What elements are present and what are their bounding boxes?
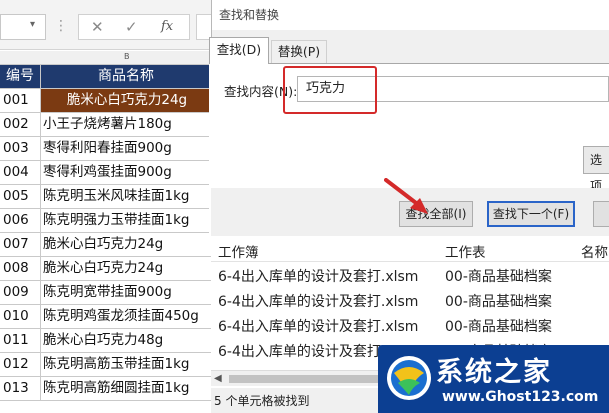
cell-product-name[interactable]: 陈克明鸡蛋龙须挂面450g <box>41 305 212 329</box>
cell-id[interactable]: 008 <box>0 257 41 281</box>
result-row[interactable]: 6-4出入库单的设计及套打.xlsm 00-商品基础档案 <box>211 263 609 287</box>
cancel-icon[interactable]: ✕ <box>91 18 104 36</box>
cell-product-name[interactable]: 枣得利鸡蛋挂面900g <box>41 161 212 185</box>
cell-product-name[interactable]: 脆米心白巧克力24g <box>41 233 212 257</box>
find-next-button[interactable]: 查找下一个(F) <box>487 201 575 227</box>
result-workbook: 6-4出入库单的设计及套打.xlsm <box>218 319 419 335</box>
cell-id[interactable]: 005 <box>0 185 41 209</box>
column-header-sheet[interactable]: 工作表 <box>445 241 486 261</box>
watermark-title: 系统之家 <box>436 357 552 388</box>
column-header-workbook[interactable]: 工作簿 <box>218 241 259 261</box>
result-workbook: 6-4出入库单的设计及套打.xlsm <box>218 294 419 310</box>
cell-id[interactable]: 010 <box>0 305 41 329</box>
column-header-name[interactable]: 名称 <box>581 241 608 261</box>
scroll-thumb[interactable] <box>229 375 399 383</box>
result-sheet: 00-商品基础档案 <box>445 269 552 285</box>
results-header: 工作簿 工作表 名称 <box>211 236 609 262</box>
cell-id[interactable]: 004 <box>0 161 41 185</box>
watermark-url: www.Ghost123.com <box>442 389 599 405</box>
dialog-title: 查找和替换 <box>219 8 280 22</box>
options-button[interactable]: 选项 <box>583 146 609 193</box>
result-sheet: 00-商品基础档案 <box>445 319 552 335</box>
chevron-down-icon[interactable]: ▾ <box>30 19 35 30</box>
cell-id[interactable]: 006 <box>0 209 41 233</box>
cell-id[interactable]: 002 <box>0 113 41 137</box>
formula-bar-buttons: ✕ ✓ fx <box>78 14 190 40</box>
cell-id[interactable]: 012 <box>0 353 41 377</box>
cell-product-name[interactable]: 小王子烧烤薯片180g <box>41 113 212 137</box>
cell-id[interactable]: 001 <box>0 89 41 113</box>
found-count-status: 5 个单元格被找到 <box>214 394 310 408</box>
annotation-arrow-icon <box>384 178 428 214</box>
scroll-left-icon[interactable]: ◀ <box>214 373 222 384</box>
cell-id[interactable]: 003 <box>0 137 41 161</box>
cell-id[interactable]: 009 <box>0 281 41 305</box>
cell-id[interactable]: 007 <box>0 233 41 257</box>
close-button-partial[interactable] <box>593 201 609 227</box>
result-row[interactable]: 6-4出入库单的设计及套打.xlsm 00-商品基础档案 <box>211 288 609 312</box>
cell-product-name[interactable]: 陈克明宽带挂面900g <box>41 281 212 305</box>
result-sheet: 00-商品基础档案 <box>445 294 552 310</box>
globe-logo-icon <box>387 356 431 400</box>
check-icon[interactable]: ✓ <box>125 18 138 36</box>
cell-product-name[interactable]: 陈克明强力玉带挂面1kg <box>41 209 212 233</box>
insert-function-icon[interactable]: fx <box>161 18 173 36</box>
cell-product-name[interactable]: 脆米心白巧克力48g <box>41 329 212 353</box>
cell-product-name[interactable]: 枣得利阳春挂面900g <box>41 137 212 161</box>
header-product-name[interactable]: 商品名称 <box>41 65 212 89</box>
cell-id[interactable]: 011 <box>0 329 41 353</box>
cell-product-name[interactable]: 陈克明玉米风味挂面1kg <box>41 185 212 209</box>
highlight-annotation-box <box>283 66 377 114</box>
cell-product-name-selected[interactable]: 脆米心白巧克力24g <box>41 89 212 113</box>
cell-product-name[interactable]: 陈克明高筋细圆挂面1kg <box>41 377 212 401</box>
cell-product-name[interactable]: 陈克明高筋玉带挂面1kg <box>41 353 212 377</box>
name-box[interactable] <box>0 14 46 40</box>
tab-replace[interactable]: 替换(P) <box>271 40 327 63</box>
cell-id[interactable]: 013 <box>0 377 41 401</box>
column-b-header[interactable]: B <box>124 52 130 61</box>
result-workbook: 6-4出入库单的设计及套打.xlsm <box>218 269 419 285</box>
result-row[interactable]: 6-4出入库单的设计及套打.xlsm 00-商品基础档案 <box>211 313 609 337</box>
cell-product-name[interactable]: 脆米心白巧克力24g <box>41 257 212 281</box>
tab-find[interactable]: 查找(D) <box>209 37 269 64</box>
watermark-logo: 系统之家 www.Ghost123.com <box>378 345 609 413</box>
header-id[interactable]: 编号 <box>0 65 41 89</box>
formula-bar-grip-icon: ⋮ <box>54 18 68 34</box>
